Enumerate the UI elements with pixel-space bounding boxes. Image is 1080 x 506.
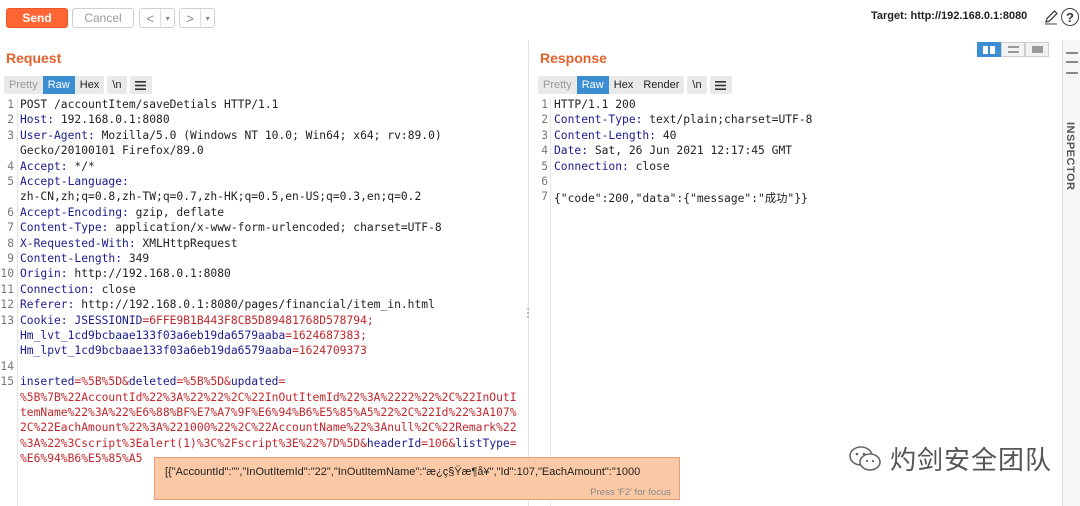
request-line-13-wrap-1: Hm_lvt_1cd9bcbaae133f03a6eb19da6579aaba=… [20, 329, 367, 342]
request-line-3-wrap: Gecko/20100101 Firefox/89.0 [20, 144, 204, 158]
forward-nav-group: > ▾ [179, 8, 215, 28]
help-icon[interactable]: ? [1061, 8, 1079, 26]
request-line-10: Origin: http://192.168.0.1:8080 [20, 267, 231, 281]
response-title: Response [540, 50, 607, 66]
request-line-9: Content-Length: 349 [20, 252, 150, 265]
request-tab-hex[interactable]: Hex [75, 76, 105, 94]
request-view-tab-group: Pretty Raw Hex [4, 76, 105, 94]
request-menu-icon[interactable] [129, 76, 152, 94]
response-line-number: 3 [541, 128, 548, 142]
request-line-1: POST /accountItem/saveDetials HTTP/1.1 [20, 98, 279, 111]
decoded-value-tooltip[interactable]: [{"AccountId":"","InOutItemId":"22","InO… [154, 457, 680, 500]
request-line-number: 9 [7, 252, 14, 265]
request-line-15: inserted=%5B%5D&deleted=%5B%5D&updated= [20, 375, 286, 389]
response-tab-hex[interactable]: Hex [609, 76, 639, 94]
response-line-number: 4 [541, 144, 548, 158]
request-line-8: X-Requested-With: XMLHttpRequest [20, 236, 238, 250]
response-line-7: {"code":200,"data":{"message":"成功"}} [554, 192, 808, 206]
request-line-12: Referer: http://192.168.0.1:8080/pages/f… [20, 298, 435, 312]
response-tab-raw[interactable]: Raw [576, 76, 609, 94]
watermark: 灼剑安全团队 [848, 440, 1052, 477]
response-line-number: 1 [541, 98, 548, 111]
target-label: Target: http://192.168.0.1:8080 [871, 10, 1028, 22]
request-line-7: Content-Type: application/x-www-form-url… [20, 221, 442, 235]
layout-stacked-icon[interactable] [1001, 42, 1025, 57]
request-line-15-wrap-3: 2C%22EachAmount%22%3A%221000%22%2C%22Acc… [20, 421, 517, 435]
request-line-15-wrap-2: temName%22%3A%22%E6%88%BF%E7%A7%9F%E6%94… [20, 406, 517, 419]
response-line-number: 2 [541, 113, 548, 127]
request-line-13: Cookie: JSESSIONID=6FFE9B1B443F8CB5D8948… [20, 313, 374, 327]
request-line-number: 10 [0, 267, 14, 281]
response-line-number: 5 [541, 159, 548, 173]
request-title: Request [6, 50, 62, 66]
response-tab-render[interactable]: Render [638, 76, 684, 94]
wechat-logo-icon [849, 445, 881, 471]
send-button[interactable]: Send [6, 8, 68, 28]
request-line-number: 8 [7, 236, 14, 250]
request-line-number: 1 [7, 98, 14, 111]
request-line-13-wrap-2: Hm_lpvt_1cd9bcbaae133f03a6eb19da6579aaba… [20, 344, 367, 358]
request-line-number: 12 [0, 298, 14, 312]
request-tab-pretty[interactable]: Pretty [4, 76, 43, 94]
response-view-tab-group: Pretty Raw Hex Render [538, 76, 685, 94]
request-line-6: Accept-Encoding: gzip, deflate [20, 205, 225, 219]
response-line-number: 6 [541, 175, 548, 188]
tooltip-text: [{"AccountId":"","InOutItemId":"22","InO… [165, 466, 641, 478]
inspector-label[interactable]: INSPECTOR [1064, 122, 1076, 190]
back-dropdown-icon[interactable]: ▾ [161, 9, 174, 27]
request-line-3: User-Agent: Mozilla/5.0 (Windows NT 10.0… [20, 128, 442, 142]
request-line-2: Host: 192.168.0.1:8080 [20, 113, 170, 127]
layout-toggle-group [977, 42, 1049, 57]
response-line-1: HTTP/1.1 200 [554, 98, 636, 111]
request-line-number: 13 [0, 313, 14, 327]
forward-arrow-icon[interactable]: > [180, 9, 202, 27]
response-line-4: Date: Sat, 26 Jun 2021 12:17:45 GMT [554, 144, 793, 158]
top-toolbar: Send Cancel < ▾ > ▾ Target: http://192.1… [0, 0, 1080, 36]
request-line-number: 3 [7, 128, 14, 142]
cancel-button[interactable]: Cancel [72, 8, 134, 28]
pane-splitter-handle-icon[interactable]: · · · [526, 302, 530, 322]
request-line-15-wrap-4: %3A%22%3Cscript%3Ealert(1)%3C%2Fscript%3… [20, 436, 517, 450]
forward-dropdown-icon[interactable]: ▾ [201, 9, 214, 27]
response-line-number: 7 [541, 190, 548, 204]
response-menu-icon[interactable] [709, 76, 732, 94]
request-line-5-wrap: zh-CN,zh;q=0.8,zh-TW;q=0.7,zh-HK;q=0.5,e… [20, 190, 422, 204]
response-tab-pretty[interactable]: Pretty [538, 76, 577, 94]
request-line-15-wrap-1: %5B%7B%22AccountId%22%3A%22%22%2C%22InOu… [20, 390, 517, 404]
response-line-5: Connection: close [554, 159, 670, 173]
edit-target-pencil-icon[interactable] [1043, 8, 1059, 26]
request-line-number: 5 [7, 175, 14, 188]
request-line-number: 11 [0, 282, 14, 296]
back-nav-group: < ▾ [139, 8, 175, 28]
response-tabs: Pretty Raw Hex Render \n [538, 76, 732, 94]
request-line-5: Accept-Language: [20, 175, 129, 188]
request-editor[interactable]: 1 2 3 4 5 6 7 8 9 10 11 12 13 14 15 POST /accountItem/… [0, 98, 526, 506]
request-line-15-wrap-5: %E6%94%B6%E5%85%A5 [20, 452, 143, 466]
request-line-number: 7 [7, 221, 14, 235]
response-line-2: Content-Type: text/plain;charset=UTF-8 [554, 113, 813, 127]
request-line-number: 4 [7, 159, 14, 173]
request-tab-raw[interactable]: Raw [42, 76, 75, 94]
layout-side-by-side-icon[interactable] [977, 42, 1001, 57]
request-line-4: Accept: */* [20, 159, 95, 173]
tooltip-hint: Press 'F2' for focus [590, 487, 671, 498]
response-newline-toggle[interactable]: \n [687, 76, 707, 94]
request-line-number: 14 [0, 359, 14, 373]
pane-splitter[interactable] [528, 40, 532, 506]
request-line-number: 6 [7, 205, 14, 219]
request-line-11: Connection: close [20, 282, 136, 296]
response-line-3: Content-Length: 40 [554, 128, 677, 142]
request-tabs: Pretty Raw Hex \n [4, 76, 152, 94]
watermark-text: 灼剑安全团队 [890, 446, 1053, 476]
back-arrow-icon[interactable]: < [140, 9, 162, 27]
request-newline-toggle[interactable]: \n [107, 76, 127, 94]
request-line-number: 15 [0, 375, 14, 389]
request-line-number: 2 [7, 113, 14, 127]
inspector-sidebar[interactable]: INSPECTOR [1062, 40, 1080, 506]
inspector-grip-icon[interactable] [1066, 52, 1078, 74]
layout-tabs-icon[interactable] [1025, 42, 1049, 57]
